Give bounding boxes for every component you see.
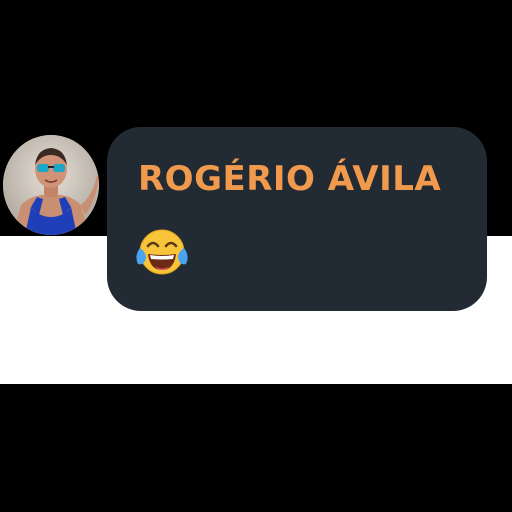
avatar-photo [3, 135, 99, 235]
message-bubble[interactable] [107, 127, 487, 311]
face-with-tears-of-joy-icon [134, 226, 190, 278]
sender-name: ROGÉRIO ÁVILA [138, 159, 442, 199]
sticker-canvas: ROGÉRIO ÁVILA [0, 0, 512, 512]
avatar[interactable] [3, 135, 99, 235]
